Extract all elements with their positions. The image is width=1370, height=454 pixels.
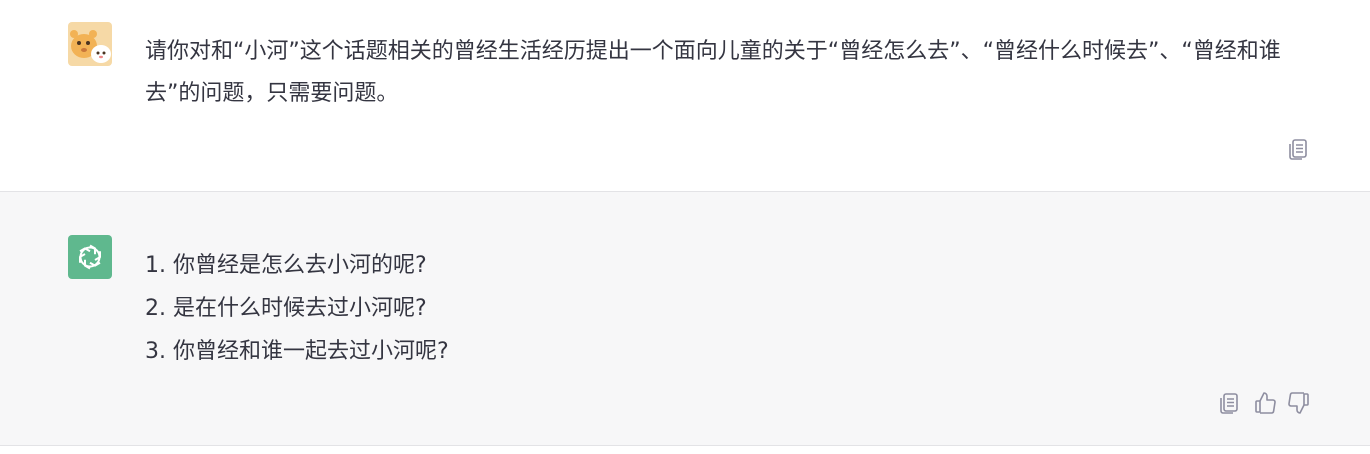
assistant-message-row: 1. 你曾经是怎么去小河的呢? 2. 是在什么时候去过小河呢? 3. 你曾经和谁… — [0, 192, 1370, 446]
assistant-message-text: 1. 你曾经是怎么去小河的呢? 2. 是在什么时候去过小河呢? 3. 你曾经和谁… — [145, 244, 1295, 373]
user-message-text: 请你对和“小河”这个话题相关的曾经生活经历提出一个面向儿童的关于“曾经怎么去”、… — [145, 39, 1281, 106]
answer-line: 1. 你曾经是怎么去小河的呢? — [145, 253, 427, 278]
user-avatar-icon — [68, 22, 112, 66]
answer-line: 3. 你曾经和谁一起去过小河呢? — [145, 339, 449, 364]
answer-line: 2. 是在什么时候去过小河呢? — [145, 296, 427, 321]
copy-icon[interactable] — [1287, 137, 1311, 161]
user-message-row: 请你对和“小河”这个话题相关的曾经生活经历提出一个面向儿童的关于“曾经怎么去”、… — [0, 0, 1370, 192]
openai-logo-icon — [68, 235, 112, 279]
thumbs-up-icon[interactable] — [1253, 391, 1277, 415]
copy-icon[interactable] — [1218, 391, 1242, 415]
thumbs-down-icon[interactable] — [1287, 391, 1311, 415]
